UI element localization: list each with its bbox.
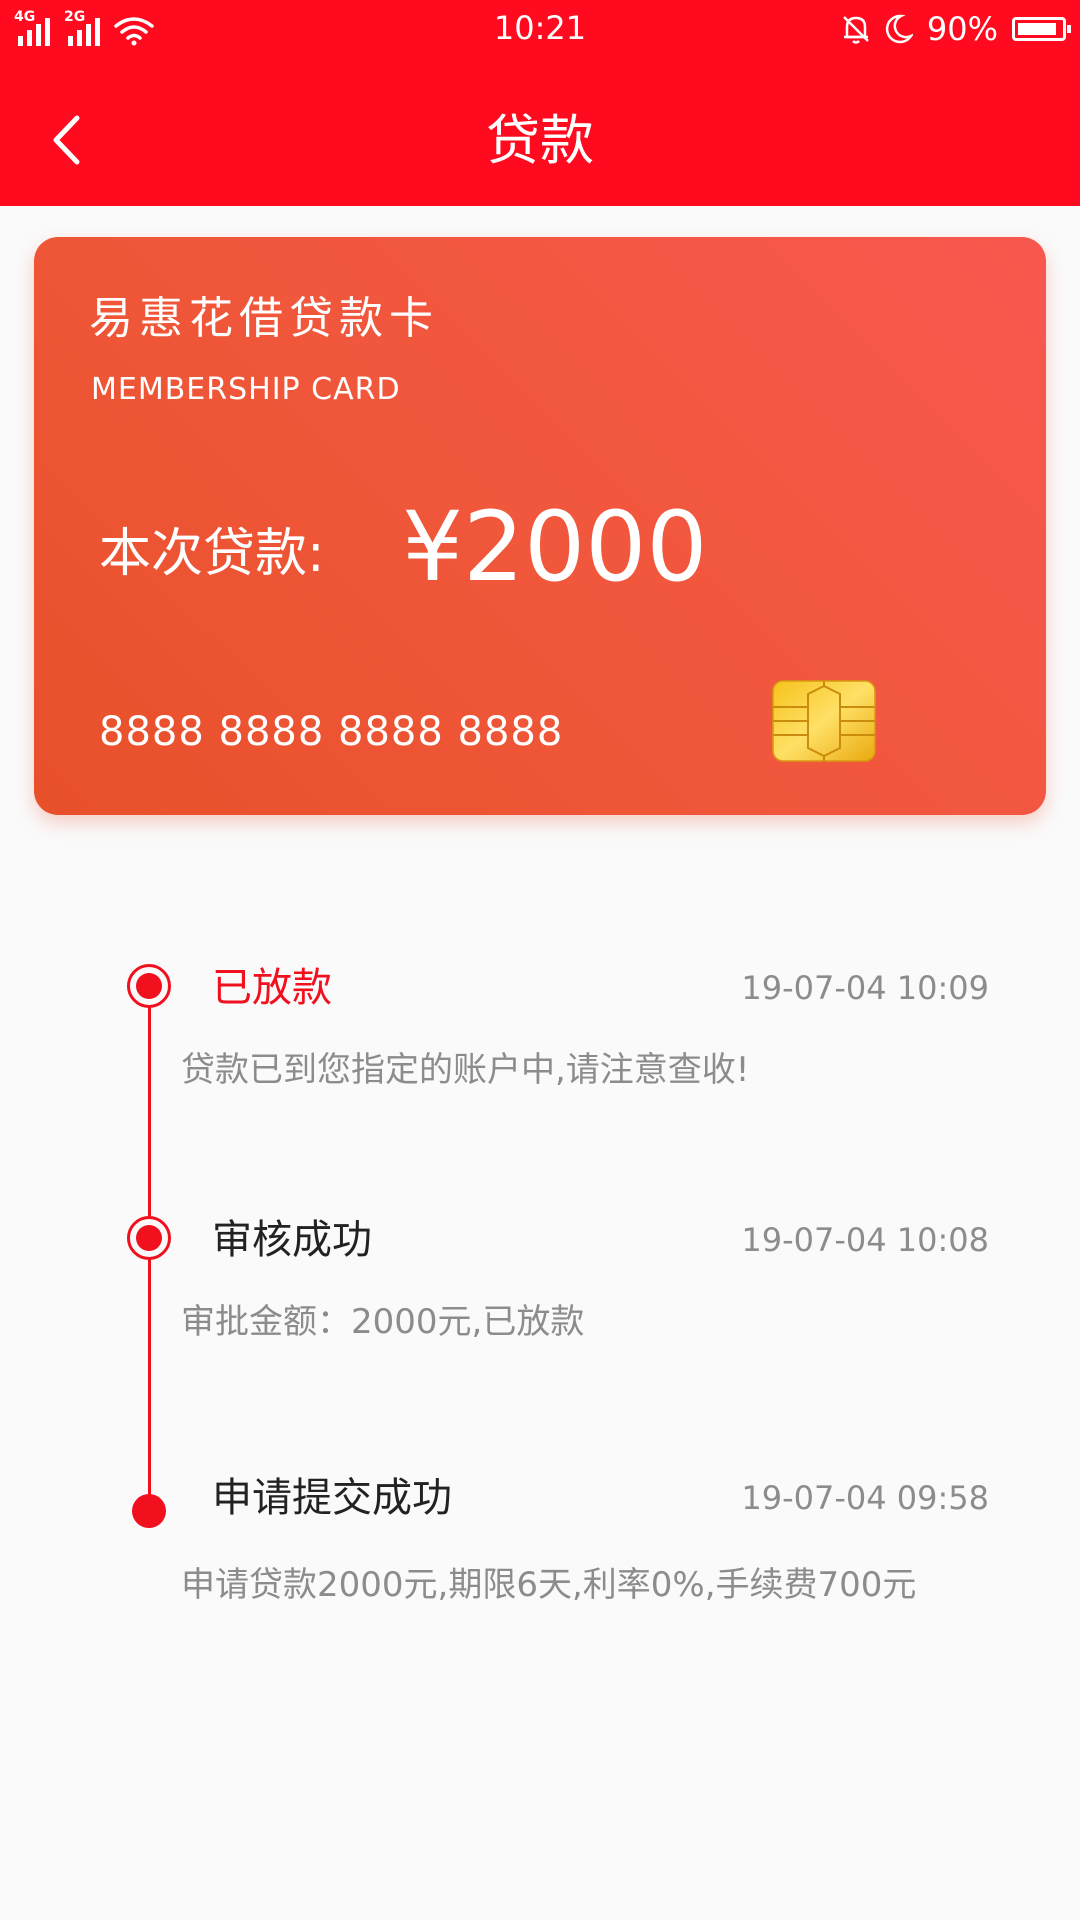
- loan-card: 易惠花借贷款卡 MEMBERSHIP CARD 本次贷款: ¥2000 8888…: [34, 237, 1046, 815]
- app-header: 4G 2G 10:21 90% 贷款: [0, 0, 1080, 206]
- timeline-item-desc: 贷款已到您指定的账户中,请注意查收!: [181, 1050, 750, 1090]
- battery-percent: 90%: [926, 10, 998, 48]
- bell-muted-icon: [842, 16, 869, 44]
- status-right: 90%: [841, 10, 1071, 48]
- timeline-item-title: 申请提交成功: [212, 1475, 452, 1521]
- moon-icon: [885, 14, 913, 44]
- timeline-item-time: 19-07-04 09:58: [741, 1479, 989, 1517]
- loan-amount: ¥2000: [402, 491, 708, 603]
- timeline-item-desc: 申请贷款2000元,期限6天,利率0%,手续费700元: [181, 1565, 917, 1605]
- timeline-item-desc: 审批金额：2000元,已放款: [181, 1302, 585, 1342]
- timeline-item-title: 已放款: [212, 965, 332, 1011]
- timeline-dot: [132, 1494, 166, 1528]
- battery-tip: [1067, 25, 1071, 33]
- card-chip-icon: [772, 680, 876, 762]
- loan-screen: 4G 2G 10:21 90% 贷款 易惠花借贷款卡 MEMBERSHIP CA…: [0, 0, 1080, 1920]
- card-title: 易惠花借贷款卡: [89, 293, 439, 344]
- timeline-item-time: 19-07-04 10:09: [741, 969, 989, 1007]
- status-bar: 4G 2G 10:21 90%: [0, 0, 1080, 60]
- timeline-item-title: 审核成功: [212, 1217, 372, 1263]
- card-subtitle: MEMBERSHIP CARD: [91, 372, 401, 407]
- timeline-dot-active: [127, 964, 171, 1008]
- loan-label: 本次贷款:: [99, 524, 325, 584]
- timeline-dot: [127, 1216, 171, 1260]
- timeline-item-time: 19-07-04 10:08: [741, 1221, 989, 1259]
- battery-fill: [1018, 23, 1056, 35]
- page-title: 贷款: [486, 109, 594, 172]
- card-number: 8888 8888 8888 8888: [99, 709, 564, 755]
- battery-icon: [1012, 17, 1071, 41]
